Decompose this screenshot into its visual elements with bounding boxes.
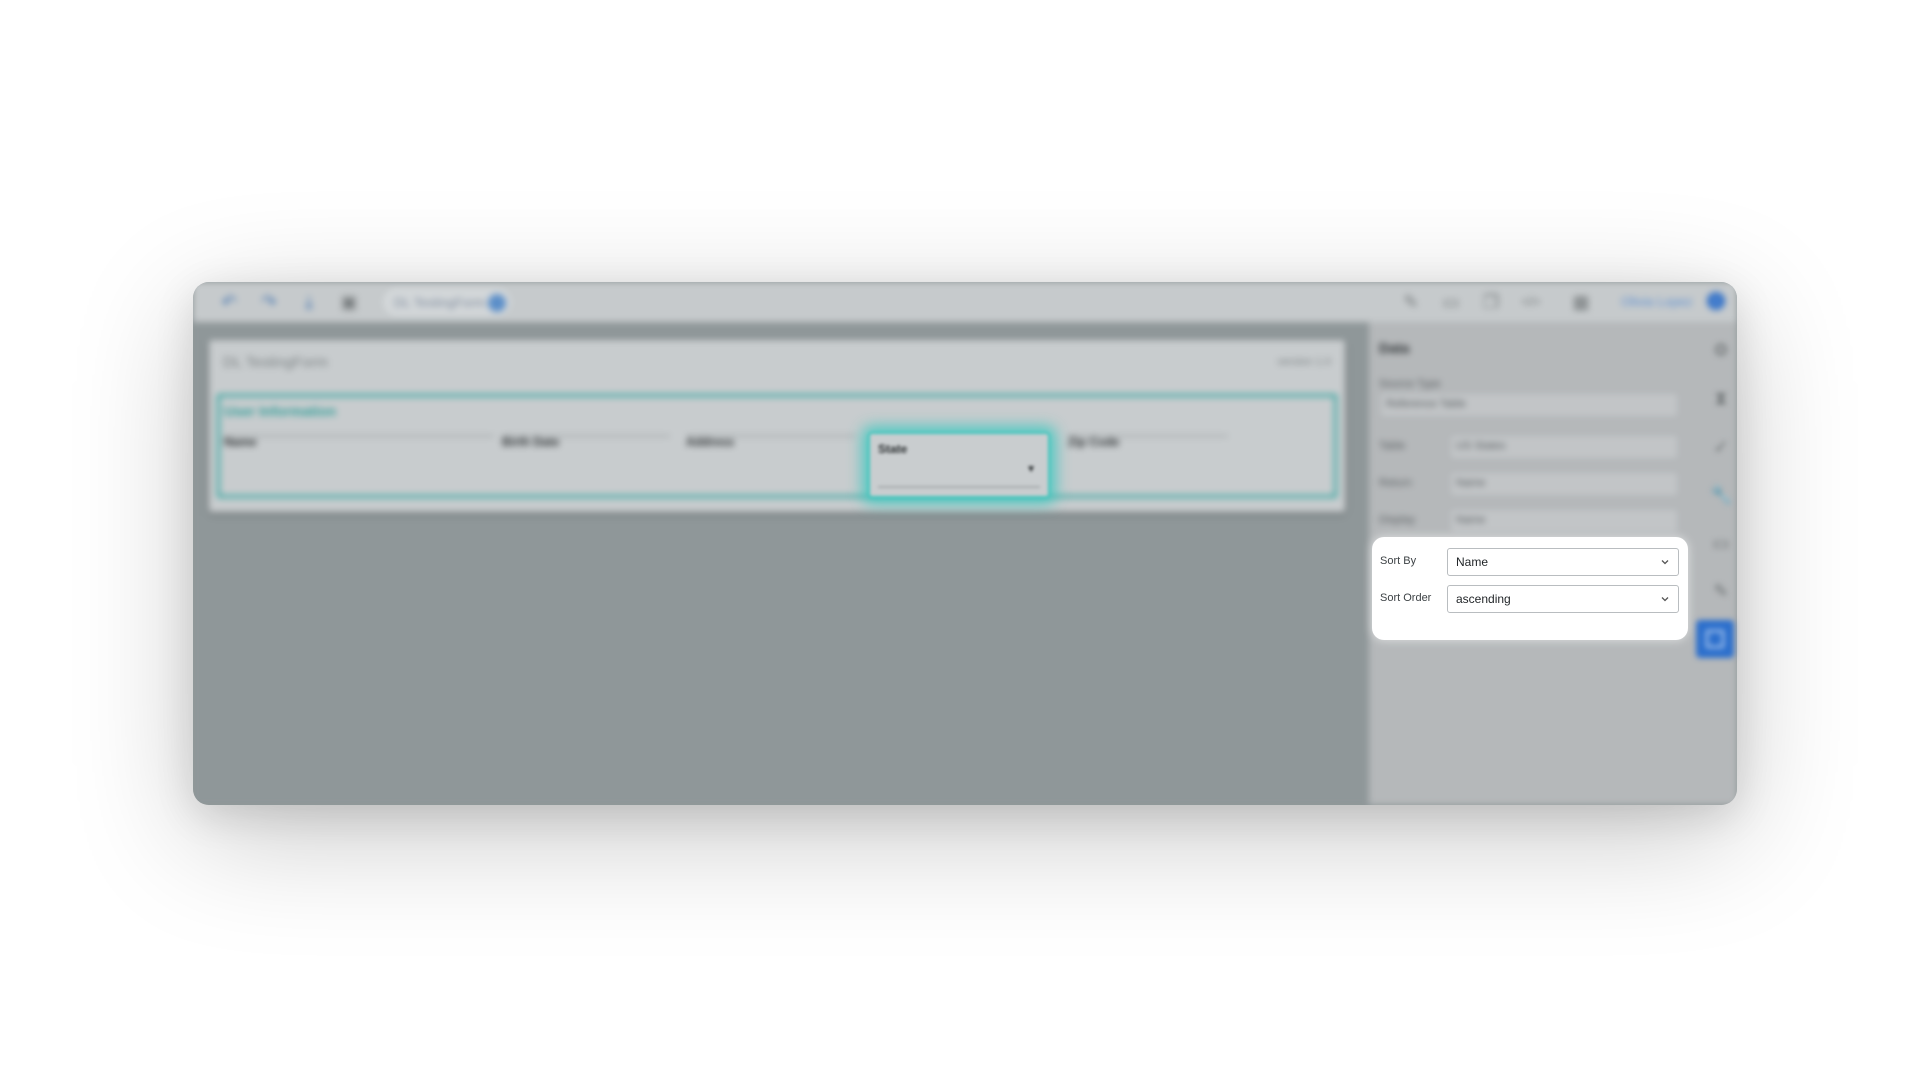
- section-title: User Information: [224, 403, 337, 419]
- field-state-highlighted[interactable]: State ▼: [868, 432, 1050, 498]
- hourglass-icon[interactable]: ⧗: [1710, 387, 1732, 409]
- sort-by-label: Sort By: [1380, 555, 1417, 567]
- field-label: Address: [686, 435, 735, 449]
- sort-by-select[interactable]: Name: [1447, 548, 1679, 576]
- form-card: DL TestingForm version 1.0 User Informat…: [209, 340, 1345, 512]
- code-icon[interactable]: </>: [1521, 292, 1541, 312]
- save-icon[interactable]: ▣: [339, 292, 359, 312]
- source-type-label: Source Type: [1379, 378, 1441, 390]
- table-select[interactable]: US States: [1449, 434, 1679, 460]
- chevron-down-icon: [1661, 597, 1669, 602]
- settings-icon[interactable]: ⚙: [1710, 339, 1732, 361]
- undo-icon[interactable]: ↶: [219, 292, 239, 312]
- sort-order-select[interactable]: ascending: [1447, 585, 1679, 613]
- download-icon[interactable]: ⤓: [299, 292, 319, 312]
- wrench-icon[interactable]: 🔧: [1710, 484, 1732, 506]
- pencil-icon[interactable]: ✎: [1401, 292, 1421, 312]
- form-canvas: DL TestingForm version 1.0 User Informat…: [193, 322, 1369, 805]
- field-label: State: [878, 442, 908, 456]
- form-title: DL TestingForm: [223, 354, 329, 371]
- sort-settings-card: Sort By Name Sort Order ascending: [1372, 537, 1688, 640]
- field-name[interactable]: Name: [224, 435, 257, 449]
- field-underline: [224, 435, 494, 437]
- sort-by-value: Name: [1456, 555, 1489, 569]
- sort-by-row: Sort By Name: [1372, 546, 1688, 576]
- redo-icon[interactable]: ↷: [259, 292, 279, 312]
- field-label: Zip Code: [1068, 435, 1120, 449]
- display-select[interactable]: Name: [1449, 508, 1679, 534]
- info-icon[interactable]: i: [1707, 292, 1725, 310]
- field-zip-code[interactable]: Zip Code: [1068, 435, 1119, 449]
- monitor-icon[interactable]: ▭: [1710, 532, 1732, 554]
- return-select[interactable]: Name: [1449, 471, 1679, 497]
- check-icon[interactable]: ✓: [1710, 436, 1732, 458]
- grid-icon[interactable]: ▦: [1571, 292, 1591, 312]
- field-underline: [686, 435, 856, 437]
- sort-order-row: Sort Order ascending: [1372, 583, 1688, 613]
- chip-status-icon: [488, 294, 506, 312]
- top-toolbar: ↶ ↷ ⤓ ▣ DL TestingForm ✎ ▭ ❐ </> ▦ Olivi…: [193, 282, 1737, 322]
- field-label: Name: [224, 435, 257, 449]
- dropdown-caret-icon: ▼: [1026, 464, 1036, 475]
- sort-order-value: ascending: [1456, 592, 1511, 606]
- return-label: Return: [1379, 477, 1413, 489]
- field-underline: [878, 486, 1040, 488]
- field-underline: [1068, 435, 1228, 437]
- user-name[interactable]: Olivia Lopez: [1621, 294, 1693, 309]
- chevron-down-icon: [1661, 560, 1669, 565]
- form-name-chip-label: DL TestingForm: [394, 295, 486, 310]
- table-label: Table: [1379, 440, 1406, 452]
- display-label: Display: [1379, 514, 1416, 526]
- sort-order-label: Sort Order: [1380, 592, 1432, 604]
- preview-icon[interactable]: ▭: [1441, 292, 1461, 312]
- field-label: Birth Date: [502, 435, 560, 449]
- field-address[interactable]: Address: [686, 435, 734, 449]
- copy-icon[interactable]: ❐: [1481, 292, 1501, 312]
- field-birth-date[interactable]: Birth Date: [502, 435, 559, 449]
- form-name-chip[interactable]: DL TestingForm: [381, 286, 513, 318]
- source-type-select[interactable]: Reference Table: [1379, 392, 1679, 418]
- section-user-information[interactable]: User Information Name Birth Date Address…: [217, 394, 1337, 498]
- panel-title: Data: [1379, 340, 1410, 356]
- form-version: version 1.0: [1277, 356, 1331, 368]
- field-underline: [502, 435, 670, 437]
- brush-icon[interactable]: ✎: [1710, 580, 1732, 602]
- data-tab-icon[interactable]: [1696, 620, 1734, 658]
